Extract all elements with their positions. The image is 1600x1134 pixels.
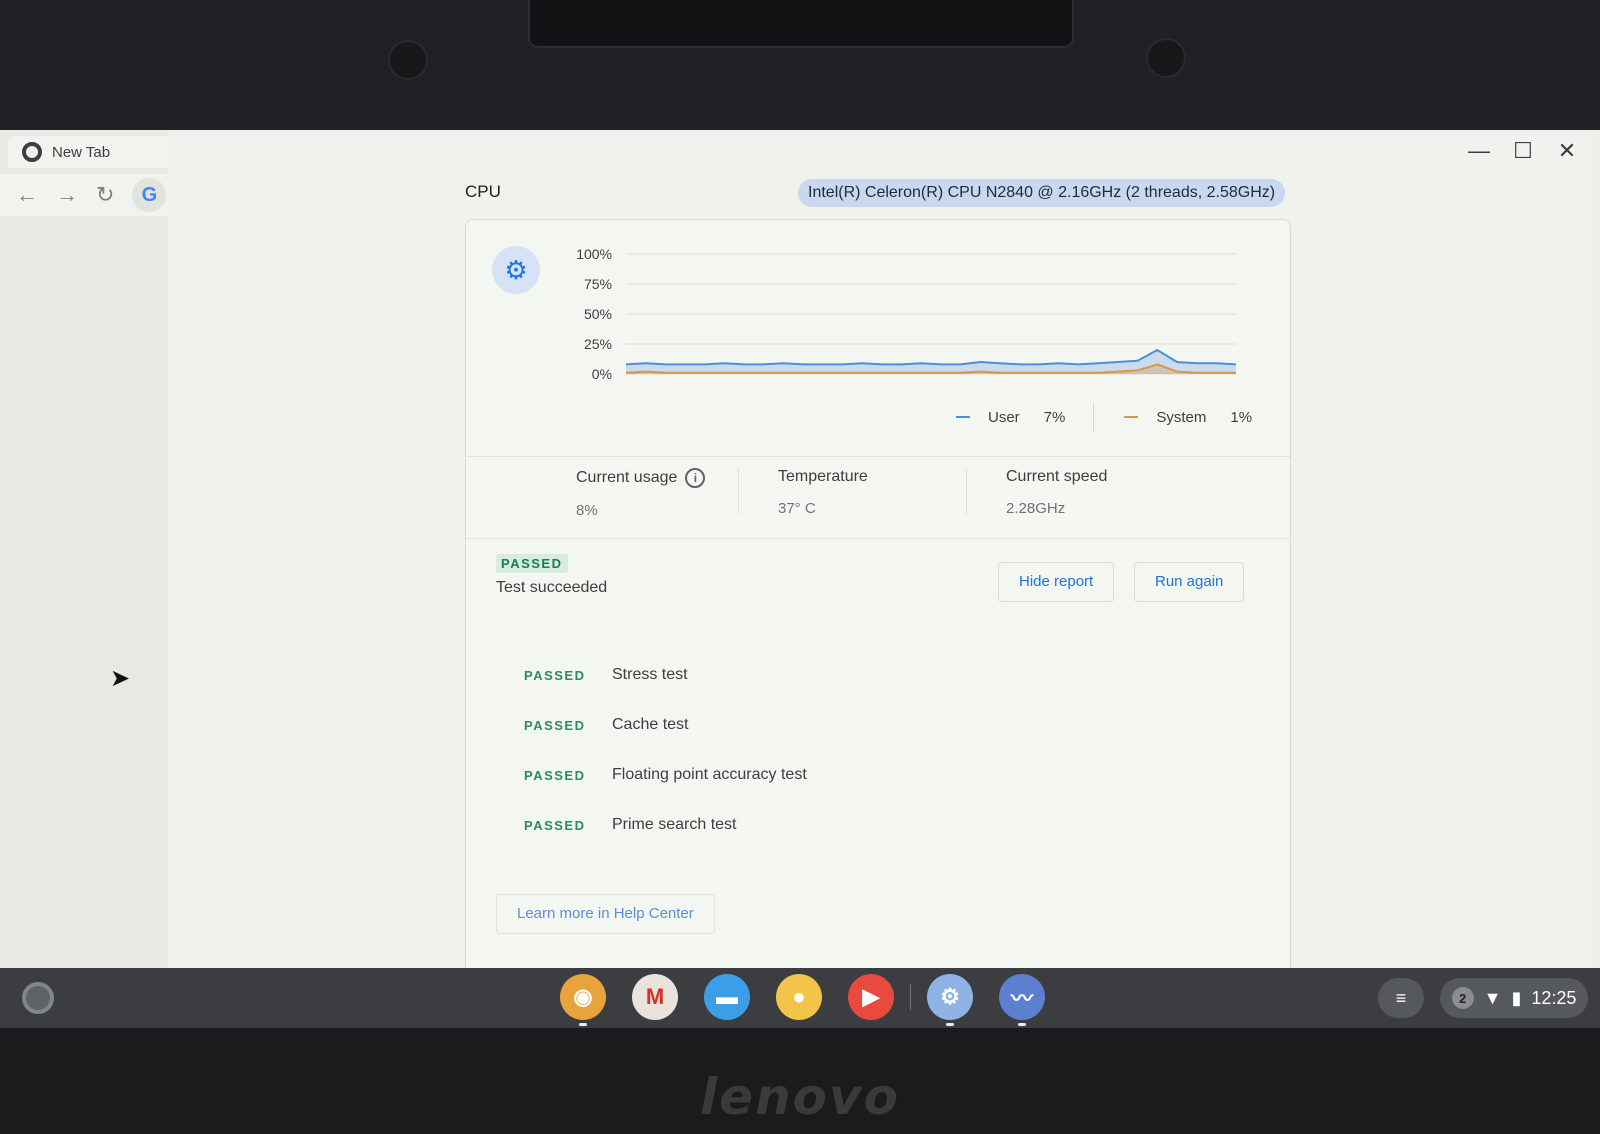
routine-name: Floating point accuracy test [612, 766, 807, 783]
bezel-screw [1146, 38, 1186, 78]
browser-toolbar: ← → ↻ G [0, 174, 172, 216]
pinned-apps: ◉ M ▬ ● ▶ ⚙ 〰 [560, 974, 1045, 1026]
maximize-icon[interactable]: ☐ [1512, 138, 1534, 164]
speed-label: Current speed [1006, 468, 1108, 485]
routine-item: PASSED Floating point accuracy test [524, 750, 807, 800]
info-icon[interactable]: i [685, 468, 706, 488]
run-again-button[interactable]: Run again [1134, 562, 1245, 602]
routine-item: PASSED Prime search test [524, 800, 807, 850]
camera-icon[interactable]: ● [776, 974, 822, 1020]
settings-icon[interactable]: ⚙ [927, 974, 973, 1026]
stat-divider [966, 468, 967, 514]
routine-status: PASSED [524, 717, 586, 733]
bezel-screw [388, 40, 428, 80]
user-legend-swatch [956, 416, 970, 418]
divider [466, 538, 1290, 539]
usage-value: 8% [576, 502, 598, 519]
routine-status: PASSED [524, 667, 586, 683]
minimize-icon[interactable]: — [1468, 138, 1490, 164]
wifi-icon: ▼ [1483, 987, 1502, 1008]
usage-label: Current usage [576, 469, 678, 486]
routine-name: Cache test [612, 716, 689, 733]
diagnostics-icon[interactable]: 〰 [999, 974, 1045, 1026]
y-tick-label: 100% [576, 246, 612, 262]
back-arrow-icon[interactable]: ← [16, 182, 38, 208]
current-usage-stat: Current usage i 8% [576, 468, 706, 519]
routine-status: PASSED [524, 767, 586, 783]
help-center-link[interactable]: Learn more in Help Center [496, 894, 715, 934]
y-tick-label: 0% [592, 366, 612, 382]
divider [466, 456, 1290, 457]
routine-item: PASSED Stress test [524, 650, 807, 700]
browser-window: New Tab ← → ↻ G ➤ [0, 130, 172, 968]
cpu-usage-chart: 100% 75% 50% 25% 0% [576, 246, 1237, 382]
y-tick-label: 50% [584, 306, 612, 322]
legend-user-label: User [988, 408, 1020, 426]
status-area[interactable]: 2 ▼ ▮ 12:25 [1440, 978, 1588, 1018]
system-shelf: ◉ M ▬ ● ▶ ⚙ 〰 ≡ 2 ▼ ▮ 12:25 [0, 968, 1600, 1028]
system-legend-swatch [1124, 416, 1139, 418]
legend-user-value: 7% [1043, 408, 1066, 426]
section-title: CPU [465, 182, 501, 201]
routine-item: PASSED Cache test [524, 700, 807, 750]
y-tick-label: 75% [584, 276, 612, 292]
hide-report-button[interactable]: Hide report [998, 562, 1115, 602]
window-controls: — ☐ ✕ [1468, 138, 1578, 164]
media-controls-icon[interactable]: ≡ [1378, 978, 1424, 1018]
cpu-card: ⚙ 100% 75% 50% 25% 0% User 7% System 1% Curr… [465, 219, 1291, 979]
diagnostics-app-window: — ☐ ✕ CPU Intel(R) Celeron(R) CPU N2840 … [168, 130, 1592, 979]
legend-system-value: 1% [1230, 408, 1253, 426]
battery-icon: ▮ [1511, 987, 1522, 1008]
legend-divider [1093, 402, 1095, 432]
routine-status: PASSED [524, 817, 586, 833]
files-icon[interactable]: ▬ [704, 974, 750, 1020]
chart-legend: User 7% System 1% [956, 402, 1280, 432]
routine-list: PASSED Stress test PASSED Cache test PAS… [524, 650, 807, 850]
result-message: Test succeeded [496, 579, 608, 596]
routine-name: Prime search test [612, 816, 737, 833]
chrome-icon [22, 142, 42, 162]
tab-title: New Tab [52, 143, 111, 161]
youtube-icon[interactable]: ▶ [848, 974, 894, 1020]
speed-value: 2.28GHz [1006, 500, 1066, 517]
mouse-pointer-icon: ➤ [110, 665, 131, 692]
y-tick-label: 25% [584, 336, 612, 352]
google-icon[interactable]: G [132, 178, 167, 212]
screen: New Tab ← → ↻ G ➤ — ☐ ✕ CPU Intel(R) Cel… [0, 130, 1600, 1028]
overall-result: PASSED Test succeeded [496, 554, 607, 597]
notification-count: 2 [1451, 987, 1474, 1009]
status-badge: PASSED [496, 554, 568, 573]
brand-logo: lenovo [700, 1068, 900, 1126]
stat-divider [738, 468, 739, 514]
temperature-label: Temperature [778, 468, 868, 485]
laptop-bezel-top [0, 0, 1600, 132]
shelf-divider [910, 984, 911, 1010]
current-speed-stat: Current speed 2.28GHz [1006, 468, 1107, 517]
gmail-icon[interactable]: M [632, 974, 678, 1020]
camera-housing [528, 0, 1074, 48]
cpu-chip-icon: ⚙ [492, 246, 540, 294]
legend-system-label: System [1156, 408, 1207, 426]
close-icon[interactable]: ✕ [1556, 138, 1578, 164]
temperature-stat: Temperature 37° C [778, 468, 868, 517]
routine-name: Stress test [612, 666, 688, 683]
forward-arrow-icon[interactable]: → [56, 182, 78, 208]
chrome-icon[interactable]: ◉ [560, 974, 606, 1026]
browser-tab[interactable]: New Tab [8, 136, 172, 168]
reload-icon[interactable]: ↻ [96, 182, 114, 208]
clock: 12:25 [1531, 987, 1577, 1008]
launcher-button[interactable] [22, 982, 54, 1014]
cpu-model-chip: Intel(R) Celeron(R) CPU N2840 @ 2.16GHz … [798, 179, 1286, 207]
temperature-value: 37° C [778, 500, 816, 517]
